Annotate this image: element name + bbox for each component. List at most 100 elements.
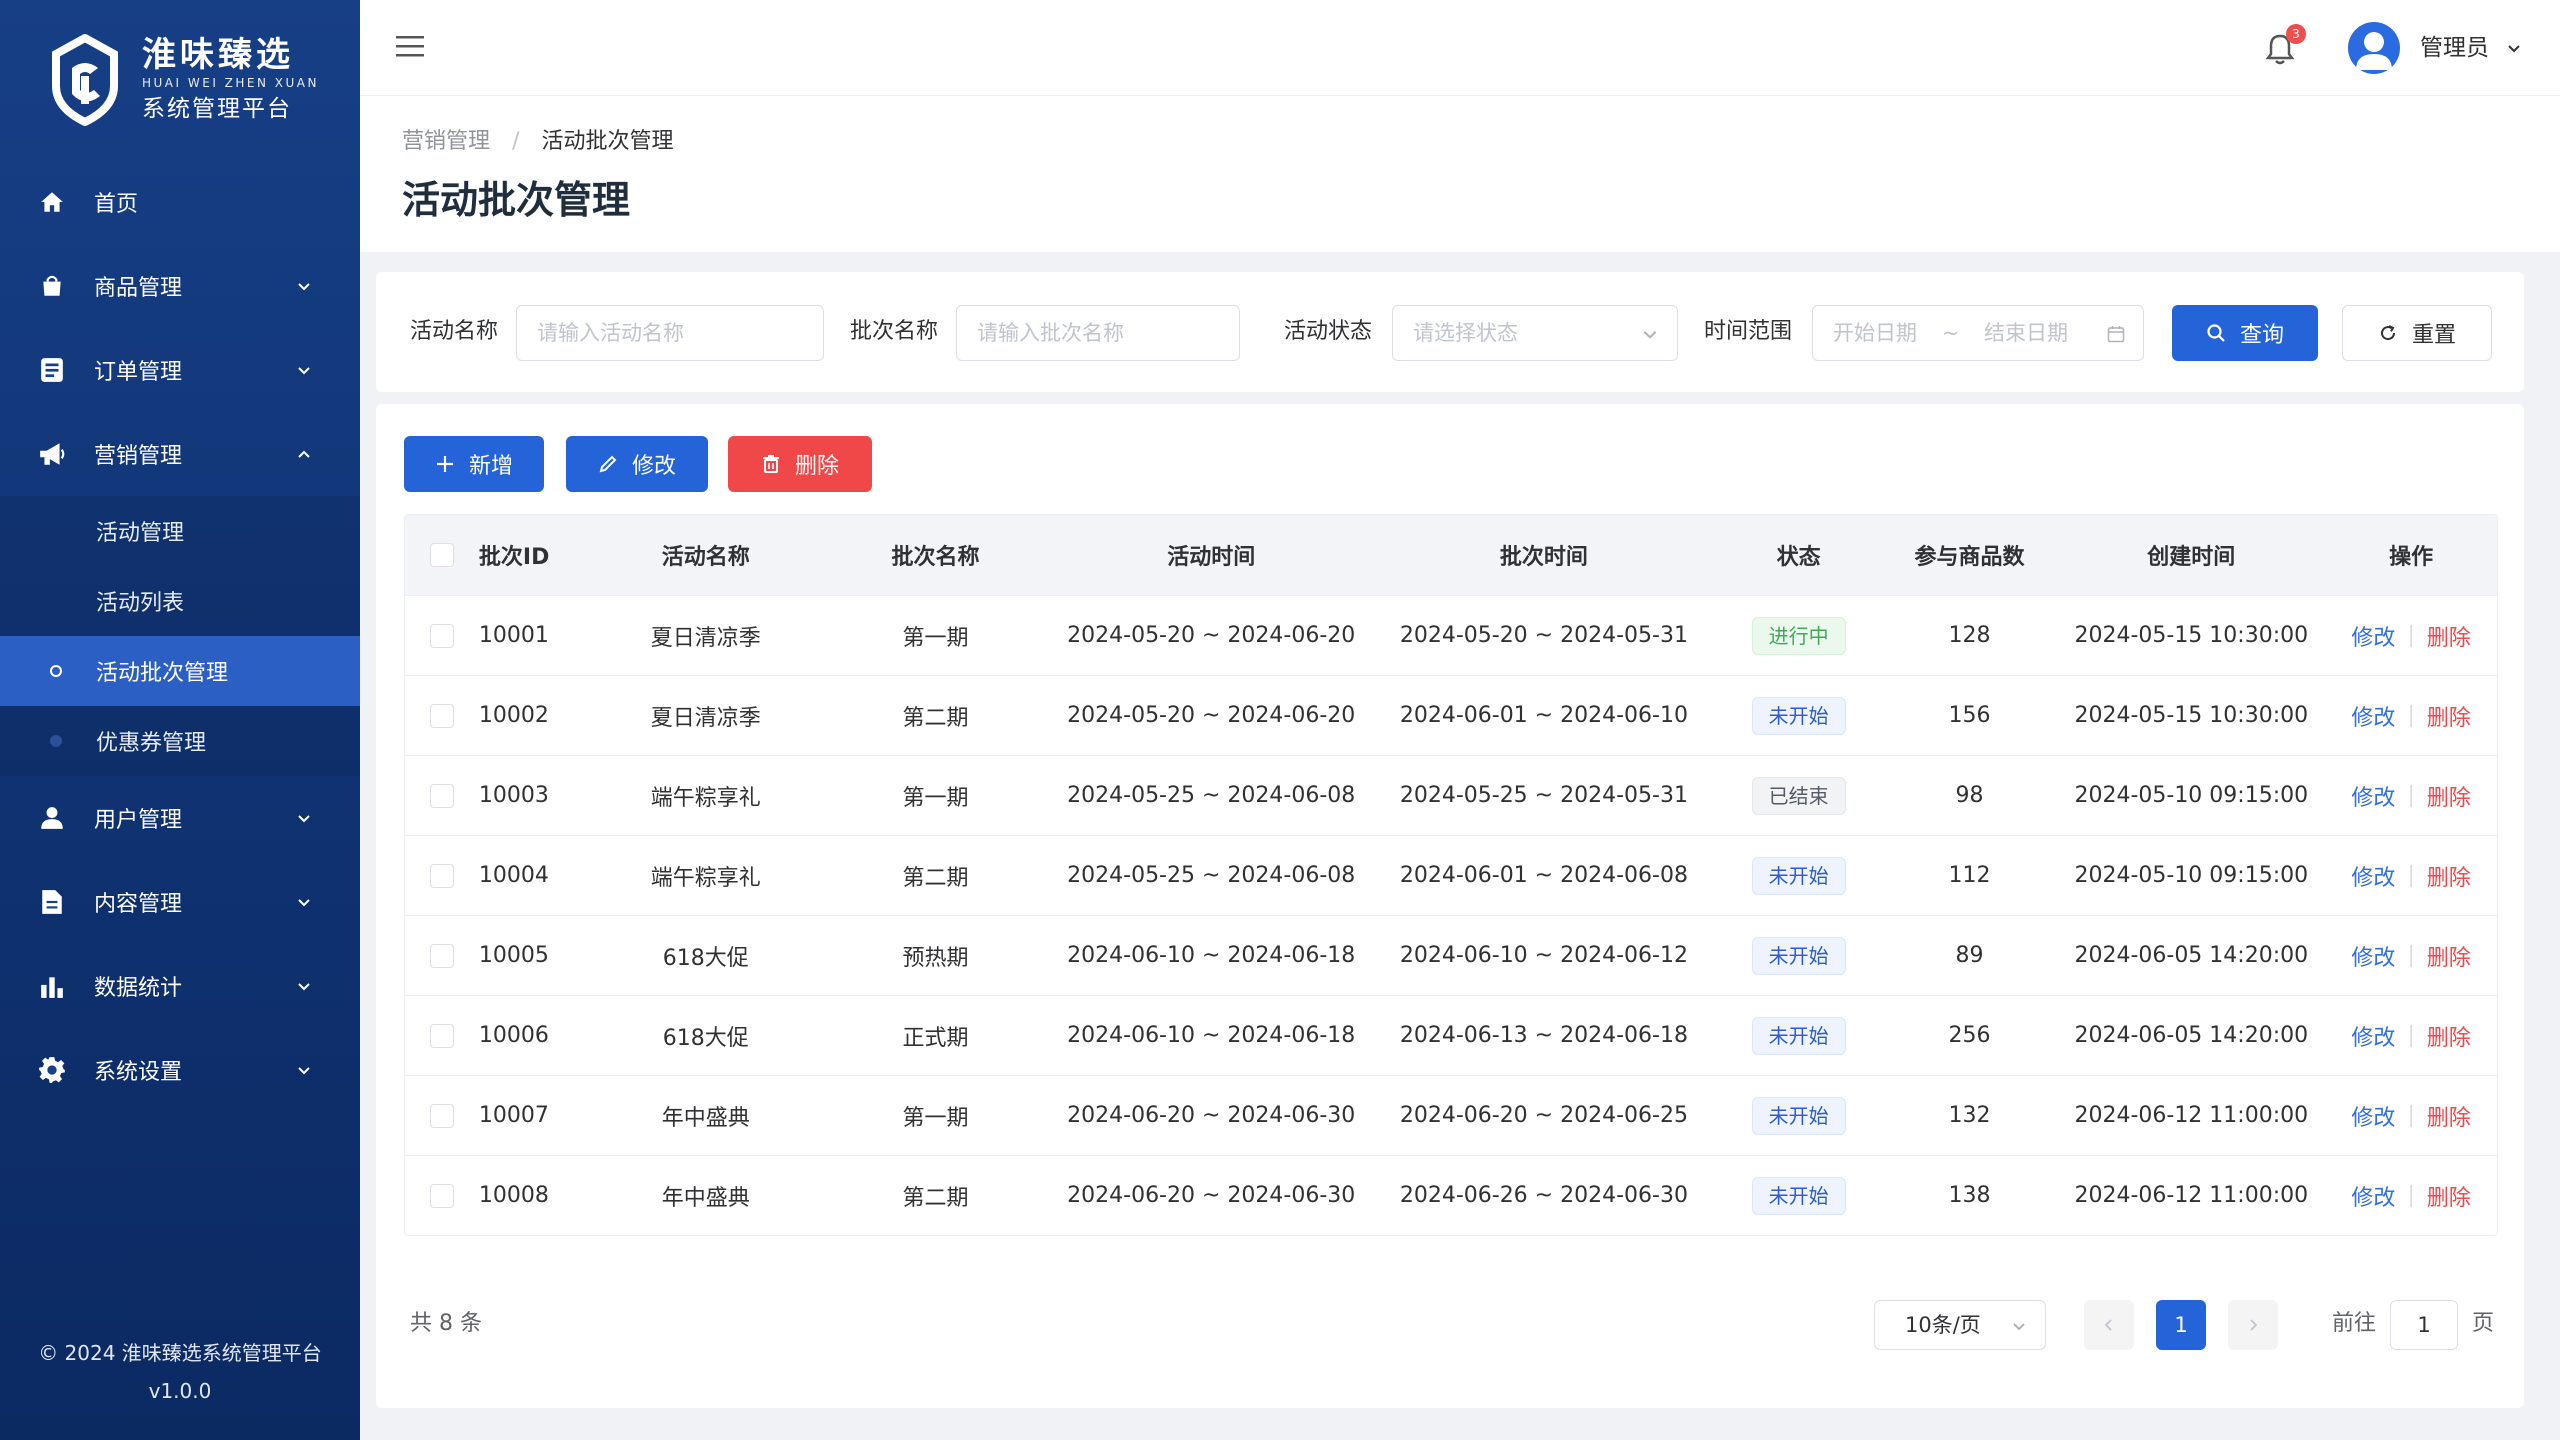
row-edit-link[interactable]: 修改 xyxy=(2351,1180,2395,1212)
table-row: 10007 年中盛典 第一期 2024-06-20 ~ 2024-06-30 2… xyxy=(405,1075,2497,1155)
sidebar-item-statistics[interactable]: 数据统计 xyxy=(0,944,360,1028)
row-checkbox[interactable] xyxy=(429,1183,454,1208)
row-checkbox[interactable] xyxy=(429,703,454,728)
cell-activity-time: 2024-05-20 ~ 2024-06-20 xyxy=(1067,623,1356,648)
cell-activity: 端午粽享礼 xyxy=(650,785,761,811)
cell-batch-time: 2024-06-10 ~ 2024-06-12 xyxy=(1399,943,1688,968)
row-edit-link[interactable]: 修改 xyxy=(2351,940,2395,972)
bag-icon xyxy=(38,272,66,300)
avatar[interactable] xyxy=(2348,22,2400,74)
cell-activity-time: 2024-06-20 ~ 2024-06-30 xyxy=(1067,1183,1356,1208)
chevron-down-icon xyxy=(2013,1323,2025,1331)
row-checkbox[interactable] xyxy=(429,783,454,808)
select-all-checkbox[interactable] xyxy=(429,543,454,567)
cell-activity: 年中盛典 xyxy=(661,1105,750,1131)
batch-name-input[interactable]: 请输入批次名称 xyxy=(956,305,1240,361)
sidebar-item-batch-manage[interactable]: 活动批次管理 xyxy=(0,636,360,706)
column-header: 创建时间 xyxy=(2147,545,2236,570)
date-range-picker[interactable]: 开始日期 ~ 结束日期 xyxy=(1812,305,2144,361)
logo-shield-icon xyxy=(52,34,118,126)
status-badge: 未开始 xyxy=(1751,1016,1846,1055)
delete-button[interactable]: 删除 xyxy=(728,436,872,492)
sidebar-item-orders[interactable]: 订单管理 xyxy=(0,328,360,412)
breadcrumb-parent[interactable]: 营销管理 xyxy=(402,129,490,154)
sidebar-item-settings[interactable]: 系统设置 xyxy=(0,1028,360,1112)
dot-icon xyxy=(50,735,62,747)
cell-created: 2024-06-05 14:20:00 xyxy=(2074,1023,2309,1048)
hamburger-menu-icon[interactable] xyxy=(396,34,424,58)
row-delete-link[interactable]: 删除 xyxy=(2427,940,2471,972)
op-separator: | xyxy=(2407,623,2415,648)
row-edit-link[interactable]: 修改 xyxy=(2351,1020,2395,1052)
chevron-down-icon[interactable] xyxy=(2506,40,2522,56)
row-edit-link[interactable]: 修改 xyxy=(2351,860,2395,892)
cell-batch-time: 2024-06-01 ~ 2024-06-10 xyxy=(1399,703,1688,728)
edit-button[interactable]: 修改 xyxy=(566,436,708,492)
calendar-icon xyxy=(2107,326,2125,343)
table-row: 10006 618大促 正式期 2024-06-10 ~ 2024-06-18 … xyxy=(405,995,2497,1075)
copyright-text: © 2024 淮味臻选系统管理平台 xyxy=(38,1341,322,1365)
row-delete-link[interactable]: 删除 xyxy=(2427,860,2471,892)
breadcrumb-current: 活动批次管理 xyxy=(541,129,674,154)
delete-button-label: 删除 xyxy=(794,454,839,479)
sidebar-item-label: 数据统计 xyxy=(94,976,183,1001)
row-delete-link[interactable]: 删除 xyxy=(2427,1020,2471,1052)
goto-page-input[interactable]: 1 xyxy=(2390,1300,2458,1350)
cell-created: 2024-06-12 11:00:00 xyxy=(2074,1103,2309,1128)
cell-id: 10007 xyxy=(478,1103,549,1128)
row-edit-link[interactable]: 修改 xyxy=(2351,1100,2395,1132)
sidebar-item-content[interactable]: 内容管理 xyxy=(0,860,360,944)
user-name[interactable]: 管理员 xyxy=(2420,32,2489,64)
brand-logo[interactable]: 淮味臻选 HUAI WEI ZHEN XUAN 系统管理平台 xyxy=(50,30,319,130)
column-header: 批次时间 xyxy=(1499,545,1588,570)
sidebar-item-activity-manage[interactable]: 活动管理 xyxy=(0,496,360,566)
sidebar-item-marketing[interactable]: 营销管理 xyxy=(0,412,360,496)
gear-icon xyxy=(38,1056,66,1084)
chevron-down-icon xyxy=(298,899,310,907)
row-delete-link[interactable]: 删除 xyxy=(2427,780,2471,812)
cell-id: 10001 xyxy=(478,623,549,648)
search-form: 活动名称 请输入活动名称 批次名称 请输入批次名称 活动状态 请选择状态 时间范… xyxy=(376,272,2524,392)
status-badge: 未开始 xyxy=(1751,856,1846,895)
query-button[interactable]: 查询 xyxy=(2172,305,2318,361)
activity-name-input[interactable]: 请输入活动名称 xyxy=(516,305,824,361)
prev-page-button[interactable] xyxy=(2084,1300,2134,1350)
status-select[interactable]: 请选择状态 xyxy=(1392,305,1678,361)
status-badge: 未开始 xyxy=(1751,696,1846,735)
batch-name-label: 批次名称 xyxy=(850,319,939,344)
row-edit-link[interactable]: 修改 xyxy=(2351,700,2395,732)
sidebar-item-activity-list[interactable]: 活动列表 xyxy=(0,566,360,636)
op-separator: | xyxy=(2407,863,2415,888)
next-page-button[interactable] xyxy=(2228,1300,2278,1350)
cell-batch: 第二期 xyxy=(902,865,969,891)
page-size-select[interactable]: 10条/页 xyxy=(1874,1300,2046,1350)
add-button[interactable]: 新增 xyxy=(404,436,544,492)
sidebar-item-label: 订单管理 xyxy=(94,360,183,385)
sidebar-item-coupon-manage[interactable]: 优惠券管理 xyxy=(0,706,360,776)
row-delete-link[interactable]: 删除 xyxy=(2427,700,2471,732)
refresh-icon xyxy=(2381,325,2395,341)
column-header: 活动时间 xyxy=(1167,545,1256,570)
cell-count: 89 xyxy=(1955,943,1984,968)
batch-name-placeholder: 请输入批次名称 xyxy=(977,321,1124,345)
row-delete-link[interactable]: 删除 xyxy=(2427,1100,2471,1132)
reset-button[interactable]: 重置 xyxy=(2342,305,2492,361)
row-edit-link[interactable]: 修改 xyxy=(2351,780,2395,812)
sidebar-item-home[interactable]: 首页 xyxy=(0,160,360,244)
batch-table: 批次ID 活动名称 批次名称 活动时间 批次时间 状态 参与商品数 创建时间 操… xyxy=(404,514,2498,1236)
row-delete-link[interactable]: 删除 xyxy=(2427,620,2471,652)
row-checkbox[interactable] xyxy=(429,863,454,888)
page-number-button[interactable]: 1 xyxy=(2156,1300,2206,1350)
cell-id: 10003 xyxy=(478,783,549,808)
sidebar-item-products[interactable]: 商品管理 xyxy=(0,244,360,328)
row-checkbox[interactable] xyxy=(429,1023,454,1048)
cell-id: 10005 xyxy=(478,943,549,968)
row-checkbox[interactable] xyxy=(429,623,454,648)
sidebar-item-label: 营销管理 xyxy=(94,444,183,469)
cell-batch: 第一期 xyxy=(902,625,969,651)
row-checkbox[interactable] xyxy=(429,1103,454,1128)
row-edit-link[interactable]: 修改 xyxy=(2351,620,2395,652)
sidebar-item-users[interactable]: 用户管理 xyxy=(0,776,360,860)
row-checkbox[interactable] xyxy=(429,943,454,968)
row-delete-link[interactable]: 删除 xyxy=(2427,1180,2471,1212)
